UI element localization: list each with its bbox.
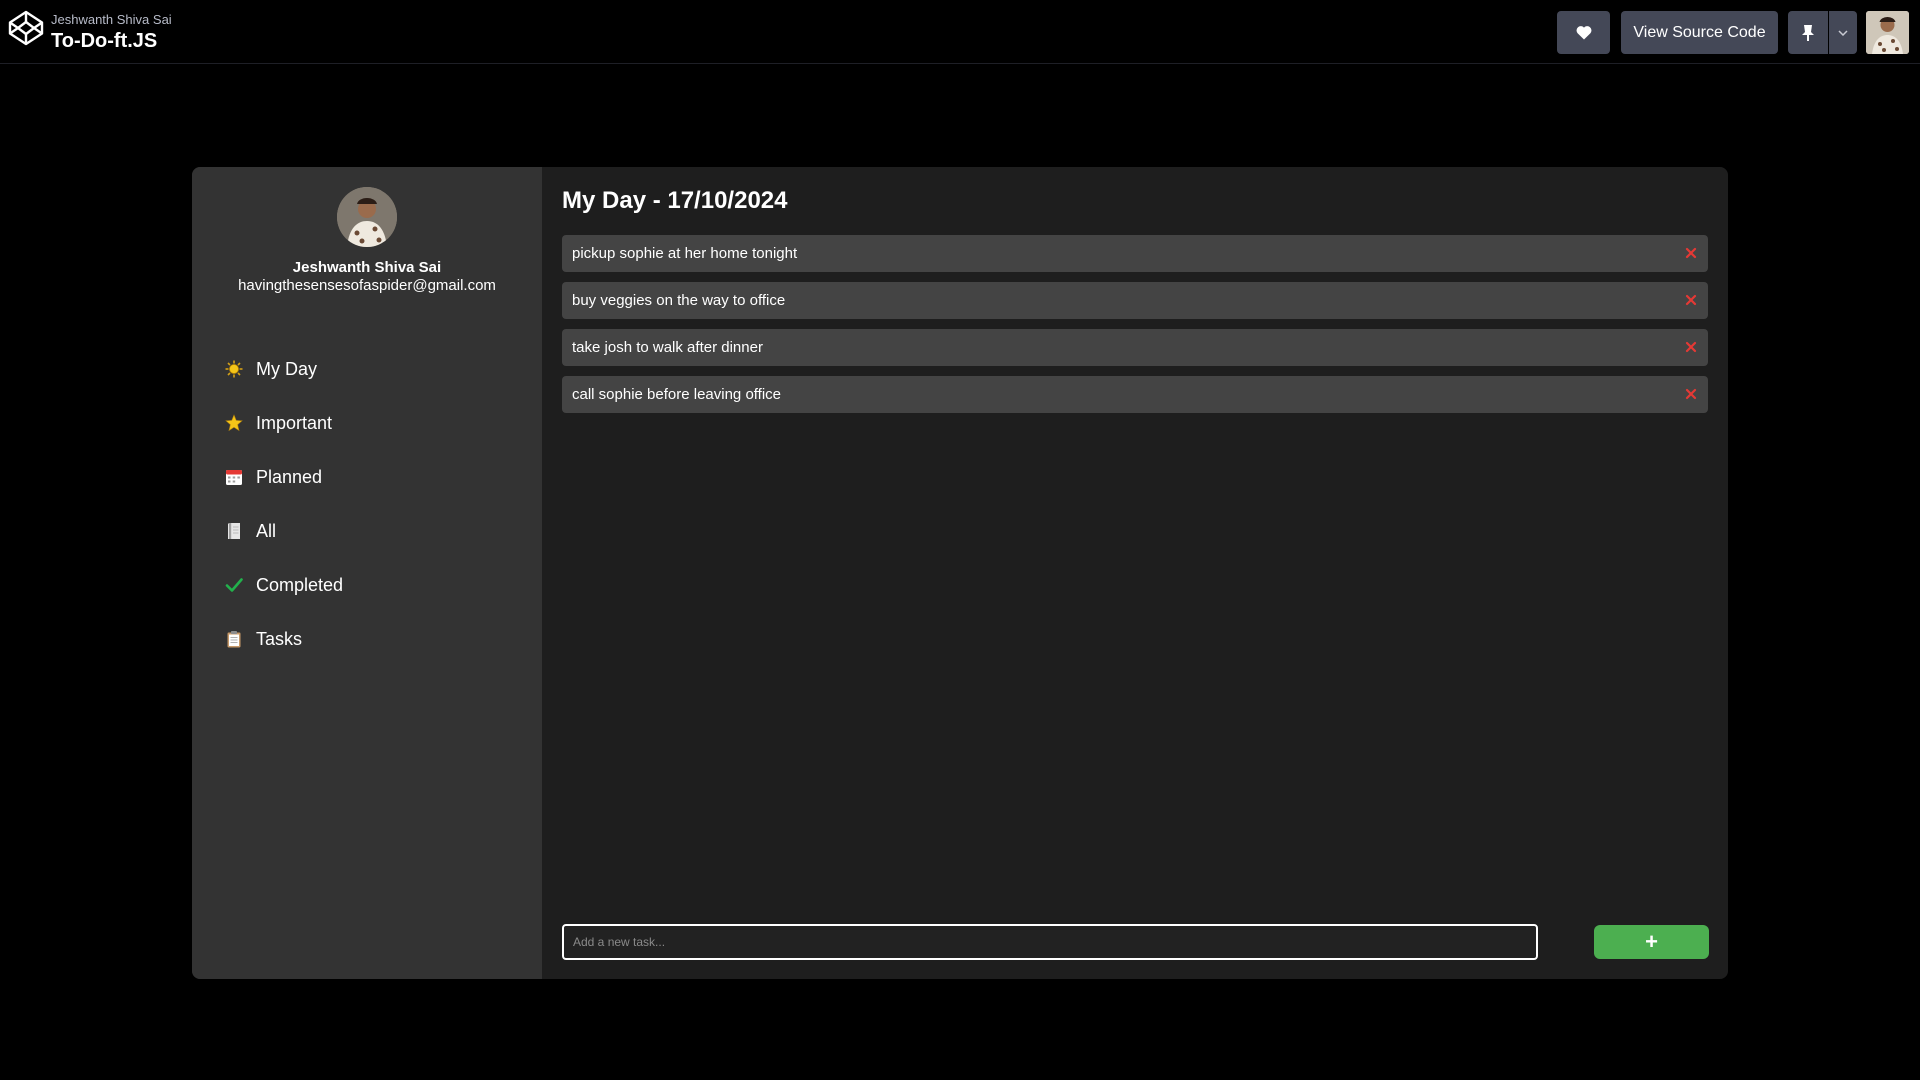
pen-title: To-Do-ft.JS (51, 30, 158, 52)
sidebar-item-label: Planned (256, 466, 323, 487)
sidebar-item-planned[interactable]: Planned (224, 450, 524, 504)
close-icon[interactable] (1684, 246, 1698, 260)
profile-avatar (337, 187, 397, 247)
calendar-icon (224, 467, 244, 487)
task-item[interactable]: call sophie before leaving office (562, 376, 1708, 413)
sidebar-nav: My Day Important Planned All Completed T… (224, 342, 524, 666)
task-text: take josh to walk after dinner (572, 339, 763, 356)
sidebar-item-label: Completed (256, 574, 344, 595)
task-text: buy veggies on the way to office (572, 292, 786, 309)
view-source-button[interactable]: View Source Code (1621, 11, 1778, 54)
pen-author-link[interactable]: Jeshwanth Shiva Sai (51, 12, 172, 27)
profile-name: Jeshwanth Shiva Sai (292, 259, 442, 276)
task-text: pickup sophie at her home tonight (572, 245, 798, 262)
pin-button[interactable] (1788, 11, 1828, 54)
sidebar-item-completed[interactable]: Completed (224, 558, 524, 612)
user-avatar[interactable] (1866, 11, 1909, 54)
document-icon (224, 521, 244, 541)
add-task-button[interactable]: + (1594, 925, 1709, 959)
close-icon[interactable] (1684, 340, 1698, 354)
sidebar-item-tasks[interactable]: Tasks (224, 612, 524, 666)
profile-email: havingthesensesofaspider@gmail.com (238, 277, 496, 294)
sidebar-item-all[interactable]: All (224, 504, 524, 558)
love-button[interactable] (1557, 11, 1610, 54)
task-list: pickup sophie at her home tonight buy ve… (562, 235, 1708, 423)
main-panel: My Day - 17/10/2024 pickup sophie at her… (542, 167, 1728, 979)
todo-app: Jeshwanth Shiva Sai havingthesensesofasp… (192, 167, 1728, 979)
sidebar: Jeshwanth Shiva Sai havingthesensesofasp… (192, 167, 542, 979)
sidebar-item-label: All (256, 520, 277, 541)
clipboard-icon (224, 629, 244, 649)
task-item[interactable]: take josh to walk after dinner (562, 329, 1708, 366)
sun-icon (224, 359, 244, 379)
check-icon (224, 575, 244, 595)
task-text: call sophie before leaving office (572, 386, 782, 403)
pin-dropdown-button[interactable] (1829, 11, 1857, 54)
task-item[interactable]: buy veggies on the way to office (562, 282, 1708, 319)
pin-icon (1802, 24, 1814, 41)
star-icon (224, 413, 244, 433)
sidebar-item-label: Tasks (256, 628, 303, 649)
sidebar-item-label: My Day (256, 358, 318, 379)
task-item[interactable]: pickup sophie at her home tonight (562, 235, 1708, 272)
sidebar-item-important[interactable]: Important (224, 396, 524, 450)
close-icon[interactable] (1684, 293, 1698, 307)
new-task-input[interactable] (562, 924, 1538, 960)
close-icon[interactable] (1684, 387, 1698, 401)
sidebar-item-label: Important (256, 412, 333, 433)
sidebar-item-my-day[interactable]: My Day (224, 342, 524, 396)
heart-icon (1576, 26, 1591, 40)
top-bar: Jeshwanth Shiva Sai To-Do-ft.JS View Sou… (0, 0, 1920, 64)
page-title: My Day - 17/10/2024 (562, 187, 788, 214)
chevron-down-icon (1838, 29, 1848, 36)
codepen-logo-icon[interactable] (8, 10, 44, 46)
